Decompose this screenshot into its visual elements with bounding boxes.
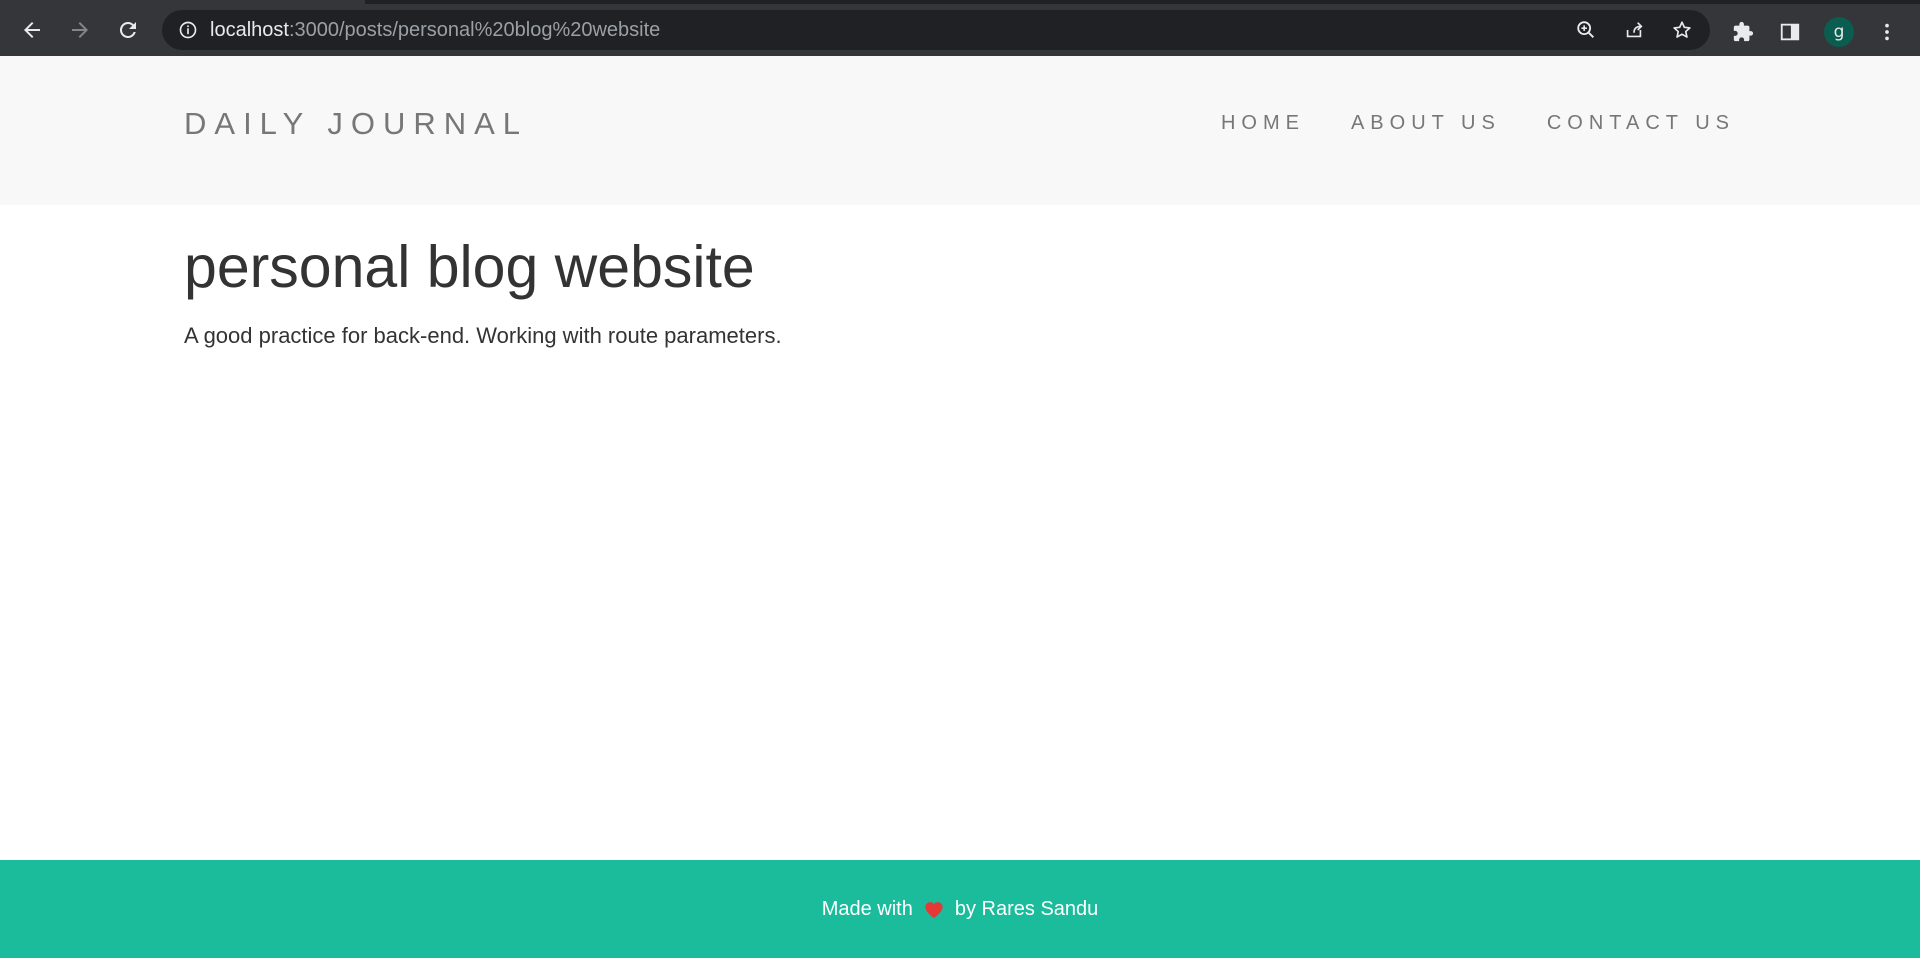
reload-button[interactable] <box>110 12 146 48</box>
main-nav: HOME ABOUT US CONTACT US <box>1221 112 1735 135</box>
reload-icon <box>119 21 136 38</box>
arrow-right-icon <box>72 22 88 38</box>
nav-link-about-us[interactable]: ABOUT US <box>1351 112 1501 135</box>
extensions-button[interactable] <box>1729 18 1757 46</box>
footer-prefix: Made with <box>821 897 913 920</box>
active-tab-sliver <box>0 0 365 4</box>
browser-menu-button[interactable] <box>1873 18 1901 46</box>
side-panel-button[interactable] <box>1776 18 1804 46</box>
share-icon[interactable] <box>1622 18 1646 42</box>
footer-suffix: by Rares Sandu <box>954 897 1099 920</box>
zoom-in-icon[interactable] <box>1574 18 1598 42</box>
nav-link-contact-us[interactable]: CONTACT US <box>1547 112 1735 135</box>
forward-button[interactable] <box>62 12 98 48</box>
nav-link-home[interactable]: HOME <box>1221 112 1305 135</box>
url-text: localhost:3000/posts/personal%20blog%20w… <box>210 19 660 42</box>
browser-toolbar: localhost:3000/posts/personal%20blog%20w… <box>0 0 1920 56</box>
star-icon[interactable] <box>1670 18 1694 42</box>
post-body: A good practice for back-end. Working wi… <box>184 322 782 348</box>
site-brand-link[interactable]: DAILY JOURNAL <box>184 106 528 142</box>
heart-icon <box>923 899 945 919</box>
post-title: personal blog website <box>184 234 755 300</box>
back-button[interactable] <box>14 12 50 48</box>
site-header: DAILY JOURNAL HOME ABOUT US CONTACT US <box>0 56 1920 205</box>
site-footer: Made with by Rares Sandu <box>0 860 1920 958</box>
profile-avatar[interactable]: g <box>1824 17 1854 47</box>
tab-strip-edge <box>0 0 1920 4</box>
url-host: localhost <box>210 18 289 41</box>
info-circle-icon[interactable] <box>178 20 198 40</box>
address-bar[interactable]: localhost:3000/posts/personal%20blog%20w… <box>162 10 1710 50</box>
url-path: :3000/posts/personal%20blog%20website <box>288 18 661 41</box>
post-content: personal blog website A good practice fo… <box>184 234 1736 350</box>
kebab-menu-icon <box>1885 23 1889 41</box>
puzzle-icon <box>1733 21 1754 42</box>
side-panel-icon <box>1780 23 1800 41</box>
arrow-left-icon <box>24 22 40 38</box>
